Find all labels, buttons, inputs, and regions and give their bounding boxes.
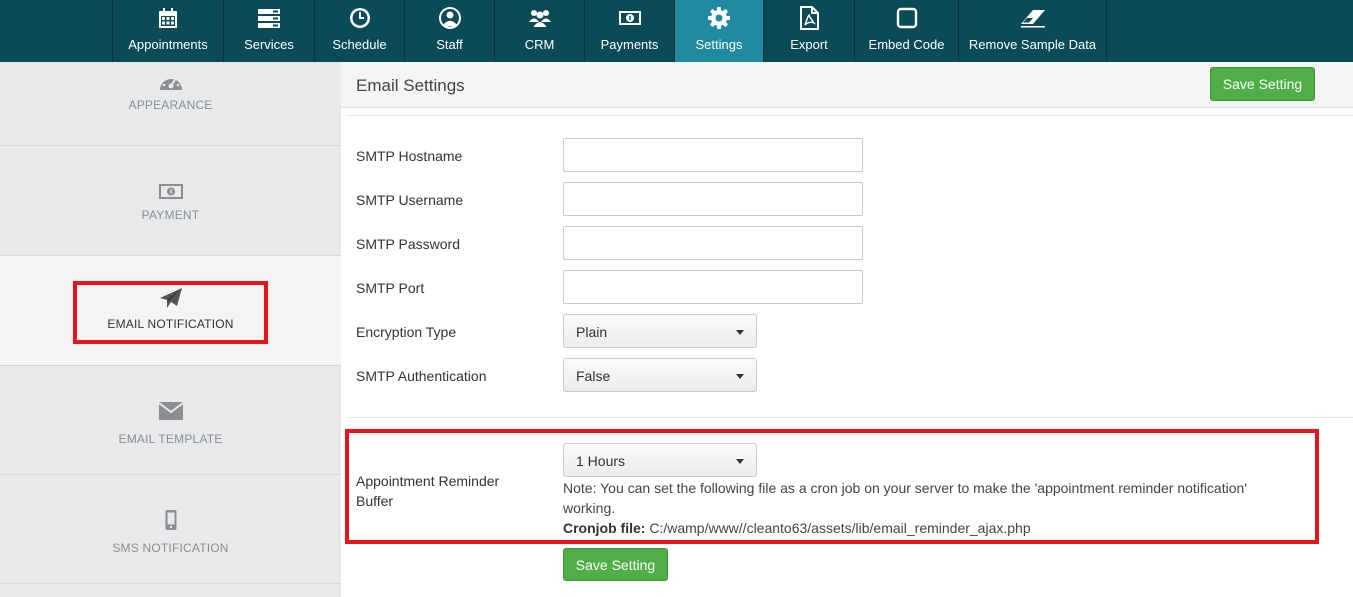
select-value: False bbox=[576, 368, 611, 384]
page-title: Email Settings bbox=[356, 76, 465, 95]
nav-divider bbox=[1106, 0, 1107, 62]
smtp-username-input[interactable] bbox=[563, 182, 863, 216]
gear-icon bbox=[708, 7, 730, 29]
caret-down-icon bbox=[736, 330, 744, 335]
encryption-type-label: Encryption Type bbox=[356, 324, 457, 340]
services-icon bbox=[258, 9, 280, 28]
save-setting-button-bottom[interactable]: Save Setting bbox=[563, 548, 668, 581]
smtp-authentication-label: SMTP Authentication bbox=[356, 368, 487, 384]
clock-icon bbox=[349, 8, 370, 28]
money-icon bbox=[158, 184, 183, 199]
nav-services[interactable]: Services bbox=[223, 0, 314, 62]
divider bbox=[348, 417, 1353, 418]
smtp-username-label: SMTP Username bbox=[356, 192, 464, 208]
smtp-port-input[interactable] bbox=[563, 270, 863, 304]
nav-payments[interactable]: Payments bbox=[584, 0, 674, 62]
nav-remove-sample-data[interactable]: Remove Sample Data bbox=[958, 0, 1106, 62]
nav-export[interactable]: Export bbox=[763, 0, 854, 62]
smtp-password-input[interactable] bbox=[563, 226, 863, 260]
smtp-port-label: SMTP Port bbox=[356, 280, 425, 296]
users-icon bbox=[528, 10, 551, 27]
nav-label: CRM bbox=[524, 37, 555, 52]
nav-schedule[interactable]: Schedule bbox=[314, 0, 404, 62]
nav-staff[interactable]: Staff bbox=[404, 0, 494, 62]
top-navigation: Appointments Services Schedule Staff CRM bbox=[0, 0, 1353, 62]
nav-label: Schedule bbox=[332, 37, 387, 52]
nav-embed-code[interactable]: Embed Code bbox=[854, 0, 958, 62]
nav-label: Embed Code bbox=[868, 37, 945, 52]
divider bbox=[348, 115, 1353, 116]
smtp-hostname-label: SMTP Hostname bbox=[356, 148, 463, 164]
save-setting-button[interactable]: Save Setting bbox=[1210, 67, 1315, 101]
nav-label: Appointments bbox=[128, 37, 208, 52]
sidebar-item-email-template[interactable]: EMAIL TEMPLATE bbox=[0, 366, 341, 475]
sidebar-item-label: SMS NOTIFICATION bbox=[112, 541, 229, 555]
nav-crm[interactable]: CRM bbox=[494, 0, 584, 62]
caret-down-icon bbox=[736, 374, 744, 379]
select-value: Plain bbox=[576, 324, 608, 340]
envelope-icon bbox=[157, 402, 184, 420]
pdf-icon bbox=[800, 6, 819, 30]
highlight-box-email-notification bbox=[73, 281, 268, 344]
highlight-box-reminder bbox=[345, 429, 1319, 544]
encryption-type-select[interactable]: Plain bbox=[563, 314, 757, 348]
sidebar-item-label: PAYMENT bbox=[141, 208, 200, 222]
sidebar-item-label: EMAIL TEMPLATE bbox=[118, 432, 223, 446]
smtp-authentication-select[interactable]: False bbox=[563, 358, 757, 392]
panel-header: Email Settings Save Setting bbox=[341, 62, 1353, 108]
eraser-icon bbox=[1020, 10, 1045, 28]
calendar-icon bbox=[159, 8, 177, 28]
sidebar-item-payment[interactable]: PAYMENT bbox=[0, 146, 341, 256]
money-icon bbox=[618, 11, 641, 25]
nav-settings[interactable]: Settings bbox=[674, 0, 763, 62]
sidebar-item-sms-notification[interactable]: SMS NOTIFICATION bbox=[0, 475, 341, 584]
sidebar-item-label: APPEARANCE bbox=[128, 98, 213, 112]
user-icon bbox=[438, 7, 461, 29]
nav-label: Services bbox=[244, 37, 294, 52]
square-icon bbox=[896, 7, 917, 29]
smtp-password-label: SMTP Password bbox=[356, 236, 460, 252]
sidebar-item-appearance[interactable]: APPEARANCE bbox=[0, 62, 341, 146]
nav-label: Settings bbox=[695, 37, 743, 52]
nav-label: Remove Sample Data bbox=[968, 37, 1097, 52]
smtp-hostname-input[interactable] bbox=[563, 138, 863, 172]
nav-label: Payments bbox=[600, 37, 659, 52]
dashboard-icon bbox=[159, 75, 182, 90]
nav-label: Staff bbox=[436, 37, 463, 52]
mobile-icon bbox=[165, 510, 176, 530]
nav-label: Export bbox=[790, 37, 828, 52]
nav-appointments[interactable]: Appointments bbox=[112, 0, 223, 62]
